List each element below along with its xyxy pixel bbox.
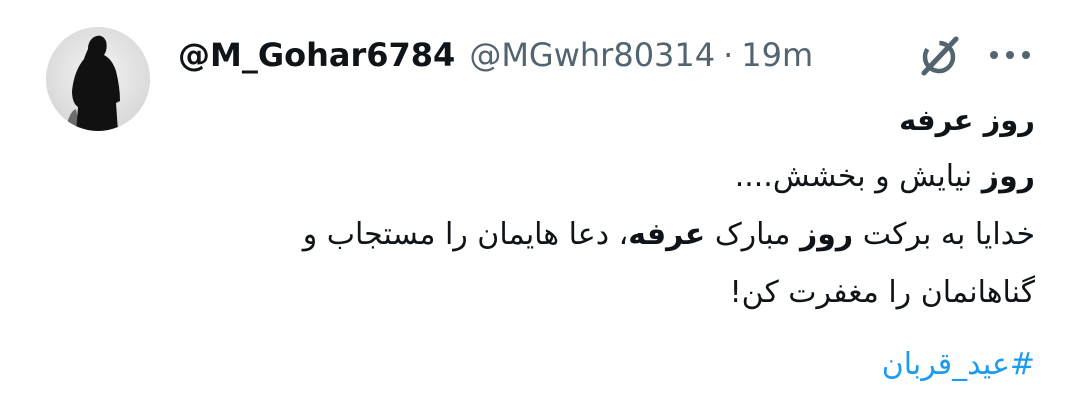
tweet-title: روز عرفه	[899, 103, 1035, 137]
tweet-line-2: خدایا به برکت روز مبارک عرفه، دعا هایمان…	[155, 206, 1035, 264]
tweet-line-1: روز نیایش و بخشش....	[155, 148, 1035, 206]
bold-word: روز	[799, 217, 854, 252]
tweet-line-3: گناهانمان را مغفرت کن!	[729, 275, 1035, 310]
line-2-part-a: خدایا به برکت	[853, 217, 1035, 252]
separator-dot: ·	[723, 36, 734, 74]
line-2-part-b: مبارک	[705, 217, 800, 252]
display-name[interactable]: @M_Gohar6784	[178, 30, 455, 80]
grok-icon[interactable]	[916, 33, 962, 79]
user-handle[interactable]: @MGwhr80314	[469, 30, 715, 80]
tweet-header: @M_Gohar6784 @MGwhr80314 · 19m	[178, 30, 813, 80]
line-1-text: نیایش و بخشش....	[734, 159, 982, 194]
tweet-text: روز عرفه روز نیایش و بخشش.... خدایا به ب…	[155, 92, 1035, 398]
timestamp[interactable]: 19m	[741, 30, 813, 80]
line-2-part-c: ، دعا هایمان را مستجاب و	[302, 217, 629, 252]
hashtag-link[interactable]: #عید_قربان	[155, 332, 1035, 398]
more-dots-icon[interactable]	[986, 41, 1034, 69]
silhouette-image	[46, 27, 150, 131]
bold-word: روز	[981, 159, 1035, 194]
avatar[interactable]	[46, 27, 150, 131]
bold-word: عرفه	[628, 217, 706, 252]
